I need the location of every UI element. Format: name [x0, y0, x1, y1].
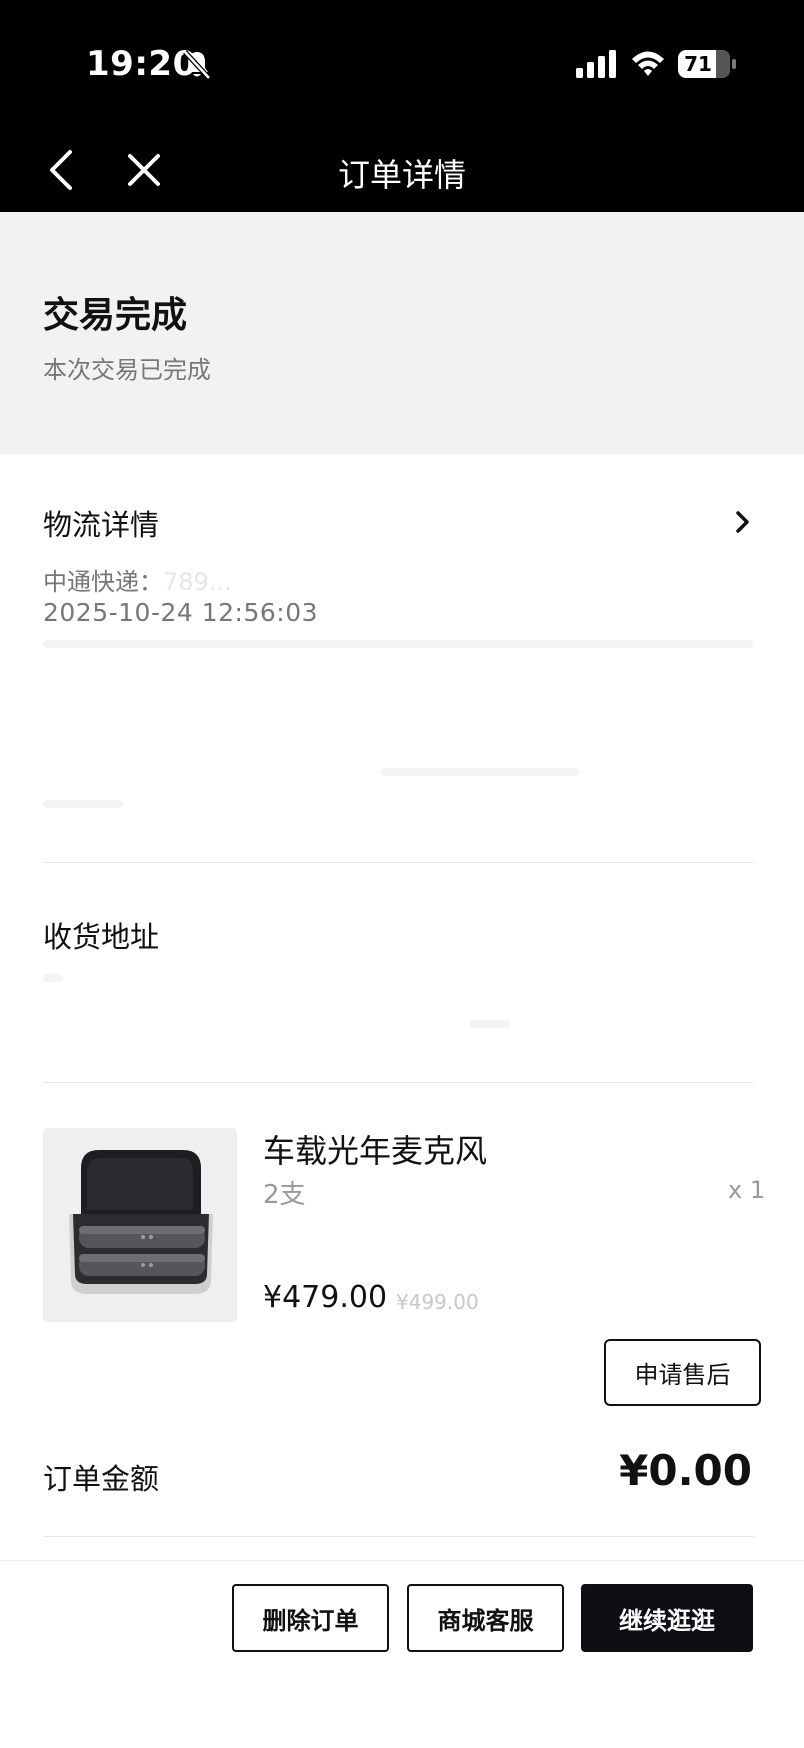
logistics-section[interactable]: 物流详情 中通快递：789... 2025-10-24 12:56:03 [0, 454, 804, 864]
blurred-text [43, 974, 63, 982]
customer-service-button[interactable]: 商城客服 [407, 1584, 564, 1652]
continue-shopping-button[interactable]: 继续逛逛 [581, 1584, 753, 1652]
address-title: 收货地址 [43, 920, 160, 954]
product-quantity: x 1 [728, 1176, 766, 1204]
wifi-icon [632, 51, 664, 76]
logistics-title: 物流详情 [43, 508, 160, 542]
tracking-number: 789... [163, 568, 232, 596]
cellular-signal-icon [576, 50, 616, 78]
divider [43, 862, 755, 863]
battery-level: 71 [684, 52, 712, 76]
product-image[interactable] [43, 1128, 237, 1322]
product-name[interactable]: 车载光年麦克风 [263, 1126, 487, 1172]
product-original-price: ¥499.00 [396, 1290, 479, 1314]
battery-icon: 71 [678, 50, 736, 78]
divider [43, 1082, 755, 1083]
blurred-text [380, 768, 580, 776]
chevron-right-icon[interactable] [733, 506, 753, 538]
top-header: 19:20 71 订单详情 [0, 0, 804, 212]
order-status-section: 交易完成 本次交易已完成 [0, 212, 804, 454]
aftersale-button[interactable]: 申请售后 [604, 1339, 761, 1406]
blurred-text [470, 1020, 510, 1028]
product-price: ¥479.00 [263, 1280, 388, 1315]
logistics-carrier: 中通快递：789... [43, 562, 232, 597]
status-time: 19:20 [86, 44, 197, 84]
order-status-title: 交易完成 [43, 295, 188, 336]
order-amount-value: ¥0.00 [619, 1446, 752, 1495]
product-variant: 2支 [263, 1180, 306, 1210]
carrier-name: 中通快递： [43, 568, 163, 596]
divider [43, 1536, 755, 1537]
page-title: 订单详情 [337, 156, 466, 194]
blurred-text [43, 640, 753, 648]
bell-slash-icon [183, 50, 211, 80]
blurred-text [43, 800, 123, 808]
delete-order-button[interactable]: 删除订单 [232, 1584, 389, 1652]
bottom-action-bar: 删除订单 商城客服 继续逛逛 [0, 1560, 804, 1748]
logistics-time: 2025-10-24 12:56:03 [43, 598, 319, 627]
order-amount-label: 订单金额 [43, 1462, 160, 1496]
order-status-subtitle: 本次交易已完成 [43, 356, 211, 384]
